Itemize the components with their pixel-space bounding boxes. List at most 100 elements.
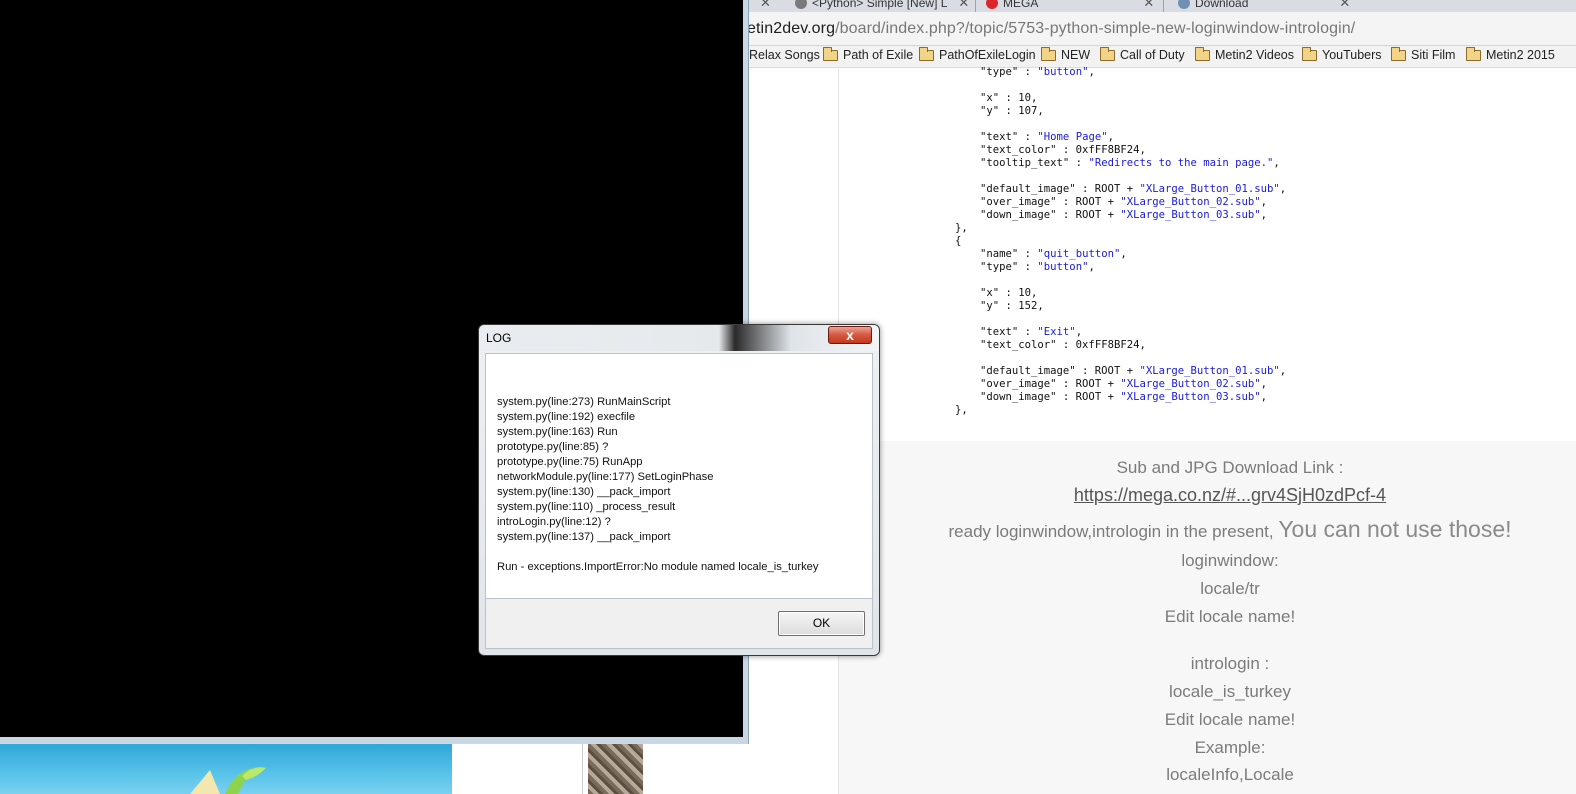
download-icon [1178,0,1190,9]
code-token: : 0xfFF8BF24, [1056,339,1146,351]
bookmark-pathofexilelogin[interactable]: PathOfExileLogin [919,46,1036,62]
code-token: "default_image" [980,365,1076,377]
code-token: : ROOT + [1056,391,1121,403]
bookmark-label: Call of Duty [1120,48,1185,62]
bookmark-label: Path of Exile [843,48,914,62]
rock-thumbnail [588,742,643,794]
close-button[interactable]: x [828,326,872,344]
folder-icon [919,46,934,61]
code-token: "text_color" [980,144,1057,156]
code-token: { [955,235,962,247]
log-line: system.py(line:163) Run [497,426,618,438]
bookmark-path-of-exile[interactable]: Path of Exile [823,46,914,62]
log-message-area: system.py(line:273) RunMainScript system… [485,353,873,599]
url-text[interactable]: etin2dev.org/board/index.php?/topic/5753… [747,20,1355,38]
code-string: "XLarge_Button_02.sub" [1120,378,1261,390]
warning-row: ready loginwindow,intrologin in the pres… [839,516,1576,543]
folder-icon [1041,46,1056,61]
tab-close-prev[interactable]: ✕ [760,0,771,12]
close-icon[interactable]: ✕ [1143,0,1154,11]
code-token: "y" [980,105,1000,117]
code-token: , [1120,248,1127,260]
post-body: Sub and JPG Download Link : https://mega… [839,441,1576,794]
code-token: : ROOT + [1075,365,1140,377]
code-line: }, [955,404,968,416]
bookmark-siti-film[interactable]: Siti Film [1391,46,1455,62]
code-string: "XLarge_Button_01.sub" [1139,365,1280,377]
code-string: "XLarge_Button_03.sub" [1120,209,1261,221]
code-token: : ROOT + [1056,209,1121,221]
url-path: /board/index.php?/topic/5753-python-simp… [835,20,1356,37]
bookmark-youtubers[interactable]: YouTubers [1302,46,1382,62]
code-string: "Exit" [1037,326,1076,338]
log-line: system.py(line:110) _process_result [497,501,676,513]
dialog-titlebar[interactable]: LOG x [479,325,879,351]
bookmark-call-of-duty[interactable]: Call of Duty [1100,46,1185,62]
code-token: "y" [980,300,1000,312]
tab-separator [1163,0,1164,12]
tab-mega[interactable]: MEGA ✕ [986,0,1154,12]
code-token: , [1260,391,1268,403]
code-line: "text" : "Home Page", [980,131,1114,143]
code-token: : 10, [999,287,1038,299]
code-line: "text_color" : 0xfFF8BF24, [980,144,1146,156]
code-token: "x" [980,92,1000,104]
code-line: "y" : 152, [980,300,1044,312]
code-token: : [1018,326,1038,338]
ok-button[interactable]: OK [778,611,865,636]
loginwindow-label: loginwindow: [1181,551,1279,570]
tab-label: Download [1195,0,1249,10]
dialog-footer: OK [485,599,873,649]
code-line: "y" : 107, [980,105,1044,117]
code-token: : [1018,261,1038,273]
close-icon[interactable]: ✕ [958,0,969,11]
bookmark-new[interactable]: NEW [1041,46,1090,62]
log-line: prototype.py(line:85) ? [497,441,609,453]
code-token: , [1260,196,1268,208]
code-line: "default_image" : ROOT + "XLarge_Button_… [980,183,1286,195]
code-token: "name" [980,248,1019,260]
tab-download[interactable]: Download ✕ [1178,0,1350,12]
code-token: "x" [980,287,1000,299]
code-token: , [1260,209,1268,221]
leaf-decoration [190,767,266,794]
code-token: , [1279,365,1287,377]
close-icon: x [846,327,854,343]
code-line: "default_image" : ROOT + "XLarge_Button_… [980,365,1286,377]
intrologin-label: intrologin : [1190,654,1270,673]
code-token: , [1075,326,1083,338]
code-token: "over_image" [980,196,1057,208]
code-token: : [1018,66,1038,78]
code-token: "text" [980,131,1019,143]
tab-python-topic[interactable]: <Python> Simple [New] L ✕ [795,0,969,12]
bookmark-relax-songs[interactable]: Relax Songs [749,48,820,62]
bookmark-metin2-2015[interactable]: Metin2 2015 [1466,46,1555,62]
download-heading: Sub and JPG Download Link : [1116,458,1344,477]
folder-icon [1466,46,1481,61]
close-icon[interactable]: ✕ [760,0,771,11]
code-line: { [955,235,961,247]
code-token: "text_color" [980,339,1057,351]
code-token: : 152, [999,300,1044,312]
code-line: "tooltip_text" : "Redirects to the main … [980,157,1280,169]
code-line: "x" : 10, [980,92,1037,104]
code-line: "over_image" : ROOT + "XLarge_Button_02.… [980,378,1267,390]
code-line: "type" : "button", [980,66,1095,78]
code-token: : 10, [999,92,1038,104]
mega-icon [986,0,998,9]
code-token: "over_image" [980,378,1057,390]
example-value: localeInfo,Locale [1166,765,1294,784]
close-icon[interactable]: ✕ [1339,0,1350,11]
code-token: : ROOT + [1056,196,1121,208]
tab-label: MEGA [1003,0,1039,10]
folder-icon [1195,46,1210,61]
code-line: "text_color" : 0xfFF8BF24, [980,339,1146,351]
download-link[interactable]: https://mega.co.nz/#...grv4SjH0zdPcf-4 [1074,485,1386,505]
loginwindow-path: locale/tr [1200,579,1260,598]
bookmark-metin2-videos[interactable]: Metin2 Videos [1195,46,1294,62]
desktop-gap [452,744,582,794]
desktop-wallpaper [0,744,452,794]
code-string: "quit_button" [1037,248,1121,260]
code-string: "Home Page" [1037,131,1108,143]
code-token: }, [955,222,968,234]
